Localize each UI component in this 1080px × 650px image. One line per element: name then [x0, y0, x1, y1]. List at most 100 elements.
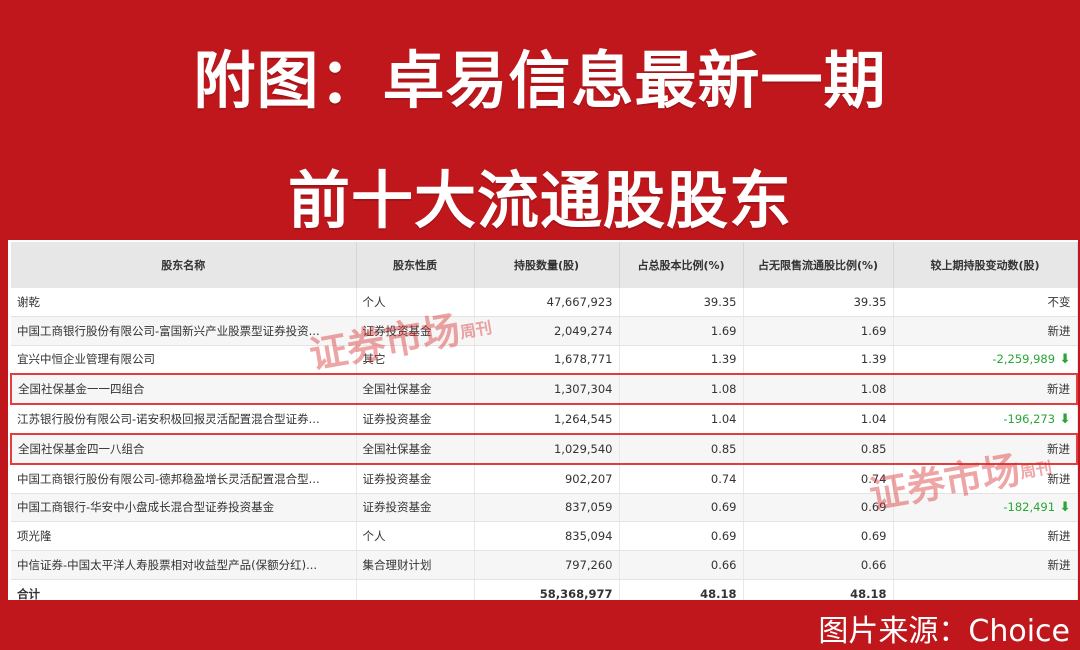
cell-pct-total-text: 0.85	[710, 441, 737, 456]
cell-shares-text: 1,264,545	[553, 412, 613, 427]
header-name[interactable]: 股东名称	[11, 242, 357, 288]
cell-name: 中国工商银行股份有限公司-德邦稳盈增长灵活配置混合型...	[11, 463, 357, 494]
cell-change-text: -196,273	[1003, 411, 1056, 426]
shareholder-table: 股东名称 股东性质 持股数量(股) 占总股本比例(%) 占无限售流通股比例(%)…	[10, 242, 1078, 600]
cell-name-text: 江苏银行股份有限公司-诺安积极回报灵活配置混合型证券...	[17, 412, 320, 427]
down-arrow-icon: ⬇	[1055, 499, 1071, 515]
cell-type-text: 集合理财计划	[362, 558, 432, 573]
cell-shares: 797,260	[474, 550, 620, 580]
cell-type-text: 其它	[362, 352, 386, 367]
cell-pct-total: 1.08	[619, 373, 744, 406]
cell-type: 证券投资基金	[356, 404, 475, 435]
cell-pct-float-text: 0.69	[860, 529, 887, 544]
cell-pct-float-text: 0.66	[860, 558, 887, 573]
cell-change: -182,491 ⬇	[893, 493, 1078, 523]
cell-pct-total: 0.69	[619, 521, 744, 552]
header-pct-float[interactable]: 占无限售流通股比例(%)	[743, 242, 894, 288]
cell-type-text: 证券投资基金	[362, 323, 432, 338]
cell-change: 不变	[893, 288, 1078, 317]
table-row[interactable]: 全国社保基金四一八组合 全国社保基金 1,029,540 0.85 0.85 新进	[10, 432, 1078, 465]
header-type[interactable]: 股东性质	[356, 242, 475, 288]
cell-name-text: 全国社保基金四一八组合	[18, 441, 145, 456]
cell-type: 集合理财计划	[356, 550, 475, 580]
cell-shares: 837,059	[474, 493, 620, 523]
cell-type-text: 证券投资基金	[362, 412, 432, 427]
cell-shares-text: 902,207	[564, 471, 613, 486]
cell-pct-float-text: 1.69	[860, 323, 887, 338]
cell-shares: 1,678,771	[474, 345, 620, 375]
cell-shares: 835,094	[474, 521, 620, 552]
cell-change-text: 新进	[1047, 323, 1071, 338]
cell-name-text: 全国社保基金一一四组合	[18, 382, 145, 397]
cell-name: 中国工商银行股份有限公司-富国新兴产业股票型证券投资...	[11, 316, 357, 346]
cell-pct-total-text: 1.08	[710, 382, 737, 397]
table-row[interactable]: 中国工商银行-华安中小盘成长混合型证券投资基金 证券投资基金 837,059 0.69…	[11, 493, 1078, 523]
cell-change: -196,273 ⬇	[893, 404, 1078, 435]
cell-shares-text: 837,059	[564, 500, 613, 515]
cell-pct-total-text: 0.74	[710, 471, 737, 486]
cell-change: 新进	[893, 521, 1078, 552]
cell-change: 新进	[893, 316, 1078, 346]
table-header-row: 股东名称 股东性质 持股数量(股) 占总股本比例(%) 占无限售流通股比例(%)…	[11, 242, 1078, 288]
table-row[interactable]: 宜兴中恒企业管理有限公司 其它 1,678,771 1.39 1.39 -2,259,98…	[11, 345, 1078, 375]
cell-change-text: 新进	[1047, 441, 1070, 456]
table-row[interactable]: 中国工商银行股份有限公司-富国新兴产业股票型证券投资... 证券投资基金 2,049…	[11, 316, 1078, 346]
cell-pct-float: 1.39	[743, 345, 894, 375]
down-arrow-icon: ⬇	[1055, 411, 1071, 427]
cell-pct-total: 39.35	[619, 288, 744, 317]
table-row[interactable]: 项光隆 个人 835,094 0.69 0.69 新进	[11, 521, 1078, 552]
cell-pct-float: 1.08	[743, 373, 894, 406]
cell-shares: 47,667,923	[474, 288, 620, 317]
cell-pct-total-text: 1.39	[710, 352, 737, 367]
table-row[interactable]: 全国社保基金一一四组合 全国社保基金 1,307,304 1.08 1.08 新进	[10, 373, 1078, 406]
cell-change-text: 新进	[1047, 558, 1071, 573]
cell-pct-total-text: 1.69	[710, 323, 737, 338]
cell-shares-text: 835,094	[564, 529, 613, 544]
cell-type: 证券投资基金	[356, 316, 475, 346]
table-row[interactable]: 中国工商银行股份有限公司-德邦稳盈增长灵活配置混合型... 证券投资基金 902,2…	[11, 463, 1078, 494]
cell-shares-text: 47,667,923	[546, 294, 613, 309]
cell-name-text: 谢乾	[17, 294, 40, 309]
cell-type-text: 个人	[362, 529, 386, 544]
cell-shares-text: 797,260	[564, 558, 613, 573]
shareholder-table-panel: 股东名称 股东性质 持股数量(股) 占总股本比例(%) 占无限售流通股比例(%)…	[8, 240, 1078, 600]
table-row[interactable]: 谢乾 个人 47,667,923 39.35 39.35 不变	[11, 288, 1078, 317]
cell-type-text: 个人	[362, 294, 386, 309]
cell-pct-float: 0.85	[743, 432, 894, 465]
cell-name: 全国社保基金四一八组合	[10, 432, 357, 465]
table-row[interactable]: 江苏银行股份有限公司-诺安积极回报灵活配置混合型证券... 证券投资基金 1,264…	[11, 404, 1078, 435]
header-change[interactable]: 较上期持股变动数(股)	[893, 242, 1078, 288]
cell-pct-total-text: 1.04	[710, 412, 737, 427]
cell-shares-text: 2,049,274	[553, 323, 613, 338]
cell-pct-float: 0.74	[743, 463, 894, 494]
cell-name-text: 中国工商银行股份有限公司-德邦稳盈增长灵活配置混合型...	[17, 471, 320, 486]
cell-change-text: 新进	[1047, 529, 1071, 544]
cell-type-text: 证券投资基金	[362, 500, 432, 515]
cell-name: 谢乾	[11, 288, 357, 317]
cell-total-type	[356, 579, 475, 600]
cell-shares: 1,029,540	[474, 432, 620, 465]
cell-pct-float: 39.35	[743, 288, 894, 317]
cell-shares-text: 1,678,771	[553, 352, 613, 367]
cell-type-text: 全国社保基金	[362, 441, 432, 456]
cell-type-text: 证券投资基金	[362, 471, 432, 486]
cell-pct-total: 0.66	[619, 550, 744, 580]
cell-change-text: 新进	[1047, 471, 1071, 486]
cell-type-text: 全国社保基金	[362, 382, 432, 397]
header-shares[interactable]: 持股数量(股)	[474, 242, 620, 288]
cell-total-pct-total: 48.18	[619, 579, 744, 600]
cell-name-text: 宜兴中恒企业管理有限公司	[17, 352, 155, 367]
table-row[interactable]: 中信证券-中国太平洋人寿股票相对收益型产品(保额分红)... 集合理财计划 797,…	[11, 550, 1078, 580]
cell-shares: 1,264,545	[474, 404, 620, 435]
cell-pct-total-text: 0.66	[710, 558, 737, 573]
down-arrow-icon: ⬇	[1055, 351, 1071, 367]
cell-name: 项光隆	[11, 521, 357, 552]
cell-change: -2,259,989 ⬇	[893, 345, 1078, 375]
cell-pct-float: 0.69	[743, 521, 894, 552]
cell-name: 中国工商银行-华安中小盘成长混合型证券投资基金	[11, 493, 357, 523]
cell-pct-total-text: 0.69	[710, 500, 737, 515]
cell-pct-float: 1.69	[743, 316, 894, 346]
cell-name-text: 中国工商银行-华安中小盘成长混合型证券投资基金	[17, 500, 275, 515]
cell-type: 证券投资基金	[356, 493, 475, 523]
header-pct-total[interactable]: 占总股本比例(%)	[619, 242, 744, 288]
